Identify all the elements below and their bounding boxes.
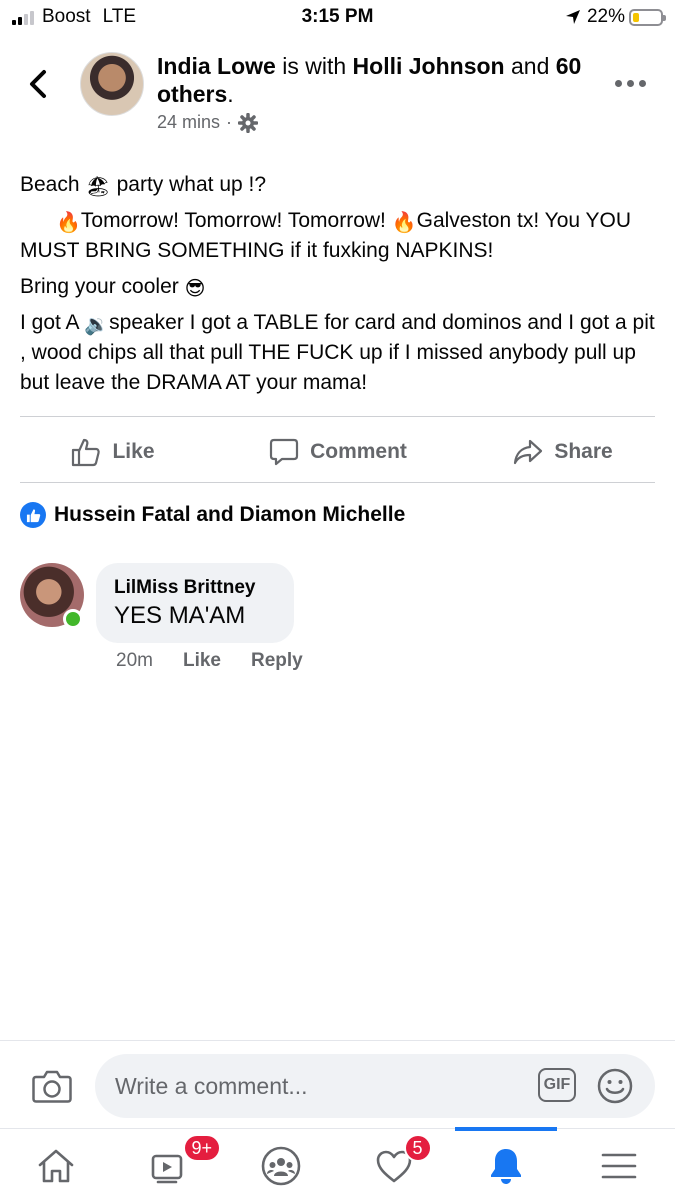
comment-input[interactable]	[115, 1054, 515, 1118]
nav-groups[interactable]	[225, 1132, 338, 1200]
share-arrow-icon	[514, 439, 543, 465]
camera-button[interactable]	[32, 1068, 72, 1104]
nav-watch[interactable]: 9+	[113, 1132, 226, 1200]
post-header: India Lowe is with Holli Johnson and 60 …	[157, 52, 597, 108]
comment-text: YES MA'AM	[114, 602, 246, 629]
period-text: .	[227, 81, 234, 107]
post-text: Beach	[20, 173, 86, 196]
thumbs-up-icon	[72, 438, 101, 467]
nav-active-indicator	[455, 1127, 557, 1131]
post-text: speaker I got a TABLE for card and domin…	[20, 311, 655, 394]
camera-icon	[32, 1070, 72, 1103]
composer-divider	[0, 1040, 675, 1041]
is-with-text: is with	[275, 53, 353, 79]
post-text: Bring your cooler	[20, 275, 185, 298]
groups-icon	[261, 1146, 301, 1186]
comment-time: 20m	[116, 650, 153, 671]
comment-button[interactable]: Comment	[225, 428, 450, 476]
hamburger-menu-icon	[601, 1153, 637, 1179]
post-actions: Like Comment Share	[0, 428, 675, 476]
smiley-icon	[597, 1068, 633, 1104]
status-bar: Boost LTE 3:15 PM 22%	[0, 0, 675, 36]
post-line: 🔥Tomorrow! Tomorrow! Tomorrow! 🔥Galvesto…	[20, 206, 660, 266]
post-meta: 24 mins ·	[157, 112, 259, 133]
home-icon	[38, 1149, 74, 1183]
post-text: party what up !?	[110, 173, 267, 196]
status-right: 22%	[565, 6, 666, 28]
post-line: Beach 🏖 party what up !?	[20, 170, 660, 200]
gif-label: GIF	[543, 1076, 571, 1093]
post-line: Bring your cooler 😎	[20, 272, 660, 302]
like-label: Like	[112, 440, 155, 463]
comment-bubble[interactable]: LilMiss Brittney YES MA'AM	[96, 563, 294, 643]
nav-menu[interactable]	[563, 1132, 675, 1200]
share-button[interactable]: Share	[450, 428, 675, 476]
bell-icon	[491, 1149, 522, 1184]
fire-emoji: 🔥	[391, 212, 417, 234]
divider	[20, 416, 655, 417]
comment-label: Comment	[310, 440, 407, 463]
like-button[interactable]: Like	[0, 428, 225, 476]
author-name[interactable]: India Lowe	[157, 53, 276, 79]
post-line: I got A 🔉speaker I got a TABLE for card …	[20, 308, 660, 398]
divider	[20, 482, 655, 483]
nav-home[interactable]	[0, 1132, 113, 1200]
gif-button[interactable]: GIF	[538, 1068, 576, 1102]
gear-icon[interactable]	[238, 112, 259, 133]
reaction-summary[interactable]: Hussein Fatal and Diamon Michelle	[20, 502, 405, 528]
back-button[interactable]	[24, 66, 56, 102]
sunglasses-emoji: 😎	[184, 278, 206, 300]
comment-reply-button[interactable]: Reply	[251, 650, 303, 672]
nav-notifications[interactable]	[450, 1132, 563, 1200]
fire-emoji: 🔥	[56, 212, 81, 234]
speaker-emoji: 🔉	[84, 314, 110, 336]
comment-author[interactable]: LilMiss Brittney	[114, 575, 276, 601]
like-reaction-icon	[20, 502, 46, 528]
nav-divider	[0, 1128, 675, 1129]
dating-badge: 5	[403, 1134, 432, 1162]
battery-icon	[629, 8, 666, 26]
comment-like-button[interactable]: Like	[183, 650, 221, 672]
bottom-nav: 9+ 5	[0, 1132, 675, 1200]
post-text: I got A	[20, 311, 85, 334]
reaction-names: Hussein Fatal and Diamon Michelle	[54, 503, 406, 526]
author-avatar[interactable]	[80, 52, 144, 116]
watch-badge: 9+	[182, 1134, 222, 1162]
share-label: Share	[554, 440, 613, 463]
nav-dating[interactable]: 5	[338, 1132, 451, 1200]
post-time[interactable]: 24 mins	[157, 112, 220, 133]
comment-bubble-icon	[269, 438, 299, 466]
post-body: Beach 🏖 party what up !? 🔥Tomorrow! Tomo…	[20, 170, 660, 404]
post-text: Tomorrow! Tomorrow! Tomorrow!	[80, 209, 392, 232]
emoji-button[interactable]	[597, 1068, 633, 1104]
meta-separator: ·	[226, 112, 233, 132]
and-text: and	[504, 53, 556, 79]
tagged-name[interactable]: Holli Johnson	[353, 53, 505, 79]
online-status-indicator	[63, 609, 83, 629]
beach-emoji: 🏖	[85, 176, 111, 198]
more-options-button[interactable]	[615, 76, 651, 90]
chevron-left-icon	[30, 70, 46, 98]
comment-composer: GIF	[95, 1054, 655, 1118]
battery-percent: 22%	[586, 6, 625, 27]
comment-meta: 20m Like Reply	[116, 650, 303, 672]
location-arrow-icon	[565, 10, 580, 24]
